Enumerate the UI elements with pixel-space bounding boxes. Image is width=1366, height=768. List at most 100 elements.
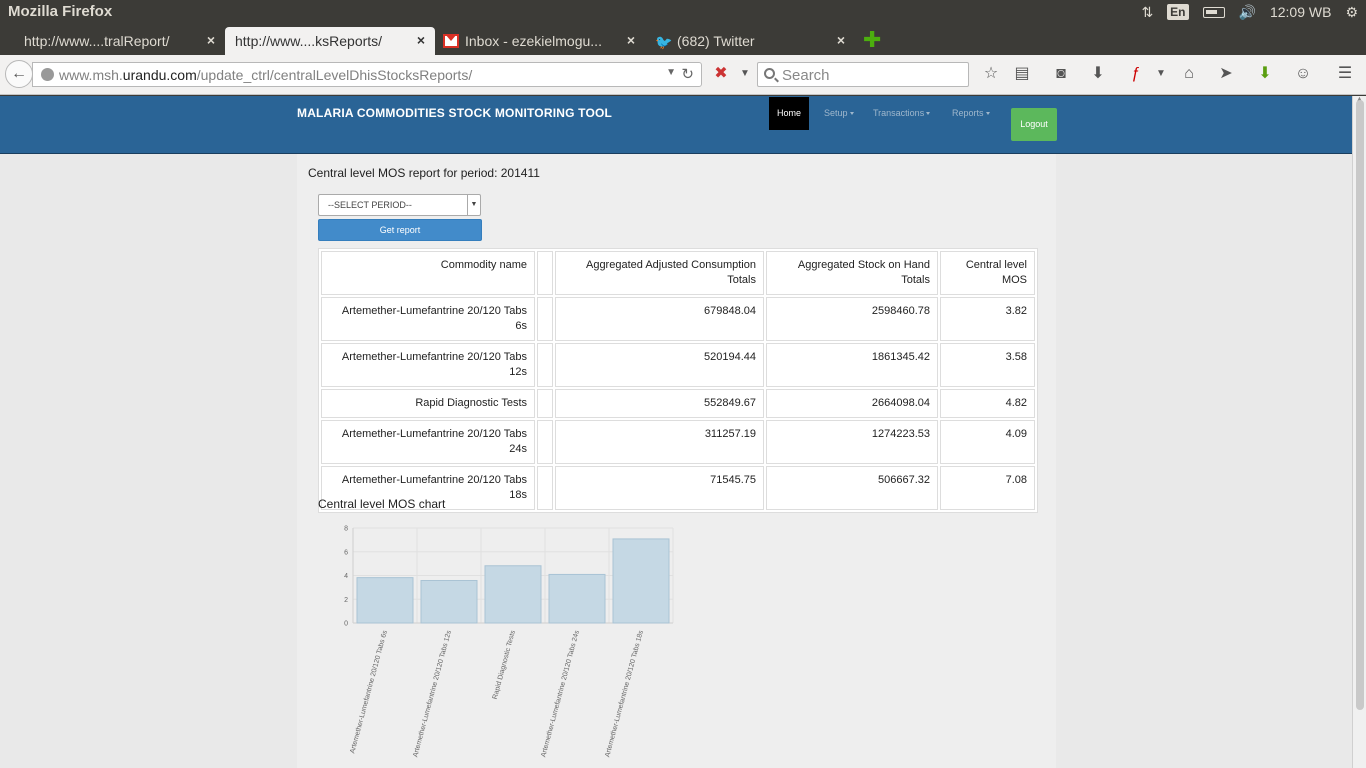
history-dropdown-icon[interactable]: ▼ [666, 67, 676, 78]
consumption-total: 71545.75 [555, 466, 764, 510]
back-arrow-icon[interactable]: ← [5, 60, 33, 88]
download-helper-icon[interactable]: ⬇ [1254, 64, 1276, 84]
x-tick-label: Artemether-Lumefantrine 20/120 Tabs 6s [349, 629, 389, 754]
chart-title: Central level MOS chart [318, 497, 446, 511]
keyboard-layout-indicator[interactable]: En [1167, 4, 1189, 20]
close-tab-icon[interactable]: × [837, 32, 845, 48]
clock[interactable]: 12:09 WB [1270, 4, 1331, 20]
plugin-dropdown-icon[interactable]: ▼ [734, 64, 756, 84]
reading-list-icon[interactable]: ▤ [1011, 64, 1033, 84]
consumption-total: 311257.19 [555, 420, 764, 464]
search-placeholder: Search [782, 67, 830, 84]
mos-value: 3.58 [940, 343, 1035, 387]
app-title: MALARIA COMMODITIES STOCK MONITORING TOO… [297, 106, 613, 120]
search-box[interactable]: Search [757, 62, 969, 87]
nav-setup[interactable]: Setup [816, 97, 862, 130]
table-row: Artemether-Lumefantrine 20/120 Tabs 24s 3… [321, 420, 1035, 464]
mos-table: Commodity name Aggregated Adjusted Consu… [318, 248, 1038, 513]
column-header-stock: Aggregated Stock on Hand Totals [766, 251, 938, 295]
close-tab-icon[interactable]: × [417, 32, 425, 48]
x-tick-label: Artemether-Lumefantrine 20/120 Tabs 18s [604, 629, 645, 758]
flash-icon[interactable]: ƒ [1125, 64, 1147, 84]
home-icon[interactable]: ⌂ [1178, 64, 1200, 84]
blank-cell [537, 343, 553, 387]
chart-bar[interactable] [484, 565, 542, 624]
tab-label: Inbox - ezekielmogu... [465, 33, 602, 49]
nav-reports[interactable]: Reports [944, 97, 998, 130]
blank-cell [537, 389, 553, 418]
mos-value: 7.08 [940, 466, 1035, 510]
y-tick-label: 0 [344, 621, 348, 628]
system-tray: ⇅ En 🔊 12:09 WB ⚙ [1141, 2, 1358, 22]
navigation-toolbar: ← www.msh.urandu.com/update_ctrl/central… [0, 55, 1366, 95]
select-arrow-icon: ▼ [467, 195, 480, 215]
blank-cell [537, 466, 553, 510]
globe-icon [41, 68, 54, 81]
x-tick-label: Artemether-Lumefantrine 20/120 Tabs 24s [540, 629, 581, 758]
y-tick-label: 4 [344, 573, 348, 580]
send-icon[interactable]: ➤ [1215, 64, 1237, 84]
get-report-button[interactable]: Get report [318, 219, 482, 241]
volume-icon[interactable]: 🔊 [1239, 4, 1256, 21]
table-row: Rapid Diagnostic Tests 552849.67 2664098… [321, 389, 1035, 418]
column-header-commodity: Commodity name [321, 251, 535, 295]
nav-home[interactable]: Home [769, 97, 810, 130]
bookmark-star-icon[interactable]: ☆ [980, 64, 1002, 84]
tab-label: http://www....ksReports/ [235, 33, 383, 49]
column-header-consumption: Aggregated Adjusted Consumption Totals [555, 251, 764, 295]
tab-central-report[interactable]: http://www....tralReport/ × [0, 27, 225, 55]
stock-total: 506667.32 [766, 466, 938, 510]
page-scrollbar[interactable]: ▲ [1352, 94, 1366, 768]
network-icon[interactable]: ⇅ [1141, 4, 1153, 21]
y-tick-label: 8 [344, 526, 348, 533]
table-row: Artemether-Lumefantrine 20/120 Tabs 6s 6… [321, 297, 1035, 341]
report-heading: Central level MOS report for period: 201… [308, 166, 540, 180]
chart-bar[interactable] [356, 577, 414, 624]
chat-icon[interactable]: ☺ [1292, 64, 1314, 84]
commodity-name: Artemether-Lumefantrine 20/120 Tabs 12s [321, 343, 535, 387]
downloads-icon[interactable]: ⬇ [1087, 64, 1109, 84]
magnifier-icon [764, 68, 775, 79]
settings-gear-icon[interactable]: ⚙ [1345, 4, 1358, 21]
close-tab-icon[interactable]: × [207, 32, 215, 48]
caret-down-icon [849, 112, 854, 116]
tab-label: http://www....tralReport/ [24, 33, 170, 49]
y-tick-label: 6 [344, 549, 348, 556]
blank-cell [537, 420, 553, 464]
logout-button[interactable]: Logout [1011, 108, 1057, 141]
report-panel: Central level MOS report for period: 201… [297, 154, 1056, 768]
url-bar[interactable]: www.msh.urandu.com/update_ctrl/centralLe… [32, 62, 702, 87]
chart-bar[interactable] [548, 573, 606, 624]
pocket-icon[interactable]: ◙ [1050, 64, 1072, 84]
chart-bar[interactable] [612, 538, 670, 624]
close-tab-icon[interactable]: × [627, 32, 635, 48]
commodity-name: Rapid Diagnostic Tests [321, 389, 535, 418]
tab-label: (682) Twitter [677, 33, 755, 49]
scroll-thumb[interactable] [1356, 100, 1364, 710]
period-select[interactable]: --SELECT PERIOD-- ▼ [318, 194, 481, 216]
tab-twitter[interactable]: 🐦 (682) Twitter × [645, 27, 855, 55]
gmail-icon [443, 34, 459, 48]
hamburger-menu-icon[interactable]: ☰ [1334, 64, 1356, 84]
x-tick-label: Rapid Diagnostic Tests [492, 629, 517, 700]
nav-transactions[interactable]: Transactions [865, 97, 938, 130]
stock-total: 1274223.53 [766, 420, 938, 464]
mos-value: 4.82 [940, 389, 1035, 418]
flash-dropdown-icon[interactable]: ▼ [1150, 64, 1172, 84]
blocked-plugin-icon[interactable]: ✖ [710, 64, 732, 84]
chart-bar[interactable] [420, 579, 478, 624]
tab-stocks-reports[interactable]: http://www....ksReports/ × [225, 27, 435, 55]
tab-inbox[interactable]: Inbox - ezekielmogu... × [435, 27, 645, 55]
blank-cell [537, 297, 553, 341]
commodity-name: Artemether-Lumefantrine 20/120 Tabs 6s [321, 297, 535, 341]
app-header: MALARIA COMMODITIES STOCK MONITORING TOO… [0, 96, 1352, 154]
consumption-total: 552849.67 [555, 389, 764, 418]
x-tick-label: Artemether-Lumefantrine 20/120 Tabs 12s [412, 629, 453, 758]
mos-value: 3.82 [940, 297, 1035, 341]
reload-icon[interactable]: ↻ [681, 65, 694, 83]
table-header-row: Commodity name Aggregated Adjusted Consu… [321, 251, 1035, 295]
stock-total: 1861345.42 [766, 343, 938, 387]
new-tab-plus-icon[interactable]: ✚ [863, 29, 881, 51]
stock-total: 2598460.78 [766, 297, 938, 341]
battery-icon[interactable] [1202, 6, 1225, 18]
